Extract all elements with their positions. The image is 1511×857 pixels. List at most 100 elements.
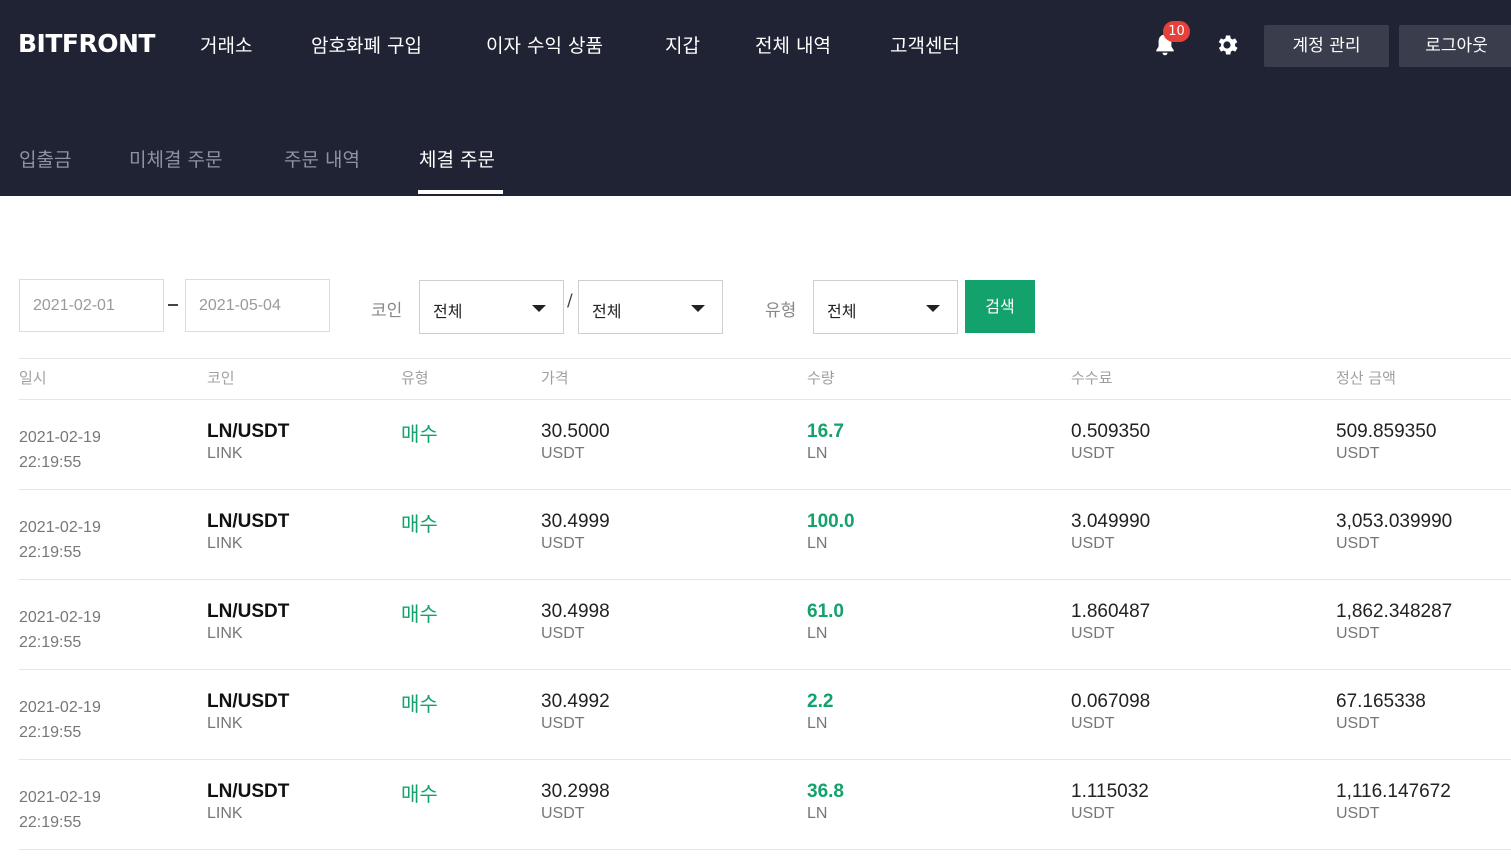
nav-item-buy-crypto[interactable]: 암호화폐 구입 [311,31,422,58]
active-tab-indicator [418,190,503,194]
trade-datetime: 2021-02-19 22:19:55 [19,519,101,561]
trade-type: 매수 [401,602,438,626]
chevron-down-icon [926,305,940,312]
type-filter-label: 유형 [765,301,797,321]
trade-pair: LN/USDT [207,601,290,622]
trade-pair: LN/USDT [207,511,290,532]
search-button[interactable]: 검색 [965,280,1035,333]
table-row: 2021-02-19 22:19:55 LN/USDT LINK 매수 30.50… [0,400,1511,490]
trade-datetime: 2021-02-19 22:19:55 [19,789,101,831]
trade-quantity: 16.7 [807,421,844,442]
top-header: BITFRONT 거래소 암호화폐 구입 이자 수익 상품 지갑 전체 내역 고… [0,0,1511,196]
trade-fee: 3.049990 [1071,511,1151,532]
coin-base-select[interactable]: 전체 [419,280,564,334]
trade-fee-unit: USDT [1071,625,1115,642]
gear-icon[interactable] [1214,32,1240,58]
header-price: 가격 [541,369,569,387]
trade-price-unit: USDT [541,445,585,462]
table-row: 2021-02-19 22:19:55 LN/USDT LINK 매수 30.49… [0,490,1511,580]
tab-order-history[interactable]: 주문 내역 [284,145,360,172]
nav-item-wallet[interactable]: 지갑 [665,31,700,58]
logo[interactable]: BITFRONT [18,29,155,58]
trade-fee-unit: USDT [1071,445,1115,462]
header-fee: 수수료 [1071,369,1113,387]
header-quantity: 수량 [807,369,835,387]
trade-quantity: 36.8 [807,781,844,802]
trade-total: 3,053.039990 [1336,511,1453,532]
trade-fee: 0.067098 [1071,691,1151,712]
trade-fee: 1.115032 [1071,781,1149,802]
trade-total-unit: USDT [1336,715,1380,732]
tab-deposit-withdraw[interactable]: 입출금 [19,145,71,172]
row-divider [19,849,1511,850]
trade-coin-name: LINK [207,625,243,642]
trade-fee: 1.860487 [1071,601,1151,622]
trade-quantity-unit: LN [807,535,828,552]
trade-quantity: 61.0 [807,601,844,622]
type-value: 전체 [827,302,857,321]
trade-fee-unit: USDT [1071,805,1115,822]
trade-pair: LN/USDT [207,691,290,712]
trade-type: 매수 [401,512,438,536]
trade-datetime: 2021-02-19 22:19:55 [19,699,101,741]
trade-quantity-unit: LN [807,625,828,642]
trade-type: 매수 [401,422,438,446]
nav-item-support[interactable]: 고객센터 [890,31,960,58]
trade-coin-name: LINK [207,715,243,732]
trade-type: 매수 [401,692,438,716]
trade-datetime: 2021-02-19 22:19:55 [19,609,101,651]
trade-quantity: 2.2 [807,691,834,712]
trade-total: 1,862.348287 [1336,601,1453,622]
table-top-divider [19,358,1511,359]
table-row: 2021-02-19 22:19:55 LN/USDT LINK 매수 30.29… [0,760,1511,850]
trade-fee-unit: USDT [1071,715,1115,732]
trade-fee: 0.509350 [1071,421,1151,442]
trade-total-unit: USDT [1336,805,1380,822]
trade-pair: LN/USDT [207,781,290,802]
trade-price-unit: USDT [541,535,585,552]
trade-datetime: 2021-02-19 22:19:55 [19,429,101,471]
trade-quantity: 100.0 [807,511,855,532]
trade-quantity-unit: LN [807,715,828,732]
coin-quote-select[interactable]: 전체 [578,280,723,334]
trade-coin-name: LINK [207,805,243,822]
chevron-down-icon [532,305,546,312]
trade-quantity-unit: LN [807,445,828,462]
trade-price-unit: USDT [541,625,585,642]
trade-price-unit: USDT [541,715,585,732]
trade-fee-unit: USDT [1071,535,1115,552]
header-coin: 코인 [207,369,235,387]
trade-price: 30.5000 [541,421,610,442]
trade-total-unit: USDT [1336,625,1380,642]
logout-button[interactable]: 로그아웃 [1399,25,1511,67]
date-to-input[interactable]: 2021-05-04 [185,279,330,332]
tab-open-orders[interactable]: 미체결 주문 [129,145,222,172]
coin-quote-value: 전체 [592,302,622,321]
tab-filled-orders[interactable]: 체결 주문 [419,145,495,172]
trade-total: 509.859350 [1336,421,1437,442]
trade-total-unit: USDT [1336,535,1380,552]
nav-item-exchange[interactable]: 거래소 [200,31,252,58]
trade-type: 매수 [401,782,438,806]
date-range-separator [168,304,178,306]
trade-price: 30.4999 [541,511,610,532]
type-select[interactable]: 전체 [813,280,958,334]
notification-badge: 10 [1163,21,1190,42]
trade-total-unit: USDT [1336,445,1380,462]
trade-price: 30.4992 [541,691,610,712]
trade-price: 30.4998 [541,601,610,622]
header-total: 정산 금액 [1336,369,1396,387]
header-type: 유형 [401,369,429,387]
coin-base-value: 전체 [433,302,463,321]
trade-price: 30.2998 [541,781,610,802]
trade-total: 1,116.147672 [1336,781,1451,802]
header-date: 일시 [19,369,47,387]
trade-quantity-unit: LN [807,805,828,822]
pair-separator: / [567,291,573,311]
account-management-button[interactable]: 계정 관리 [1264,25,1389,67]
date-from-input[interactable]: 2021-02-01 [19,279,164,332]
table-row: 2021-02-19 22:19:55 LN/USDT LINK 매수 30.49… [0,670,1511,760]
nav-item-history[interactable]: 전체 내역 [755,31,831,58]
nav-item-interest[interactable]: 이자 수익 상품 [486,31,603,58]
trade-coin-name: LINK [207,535,243,552]
